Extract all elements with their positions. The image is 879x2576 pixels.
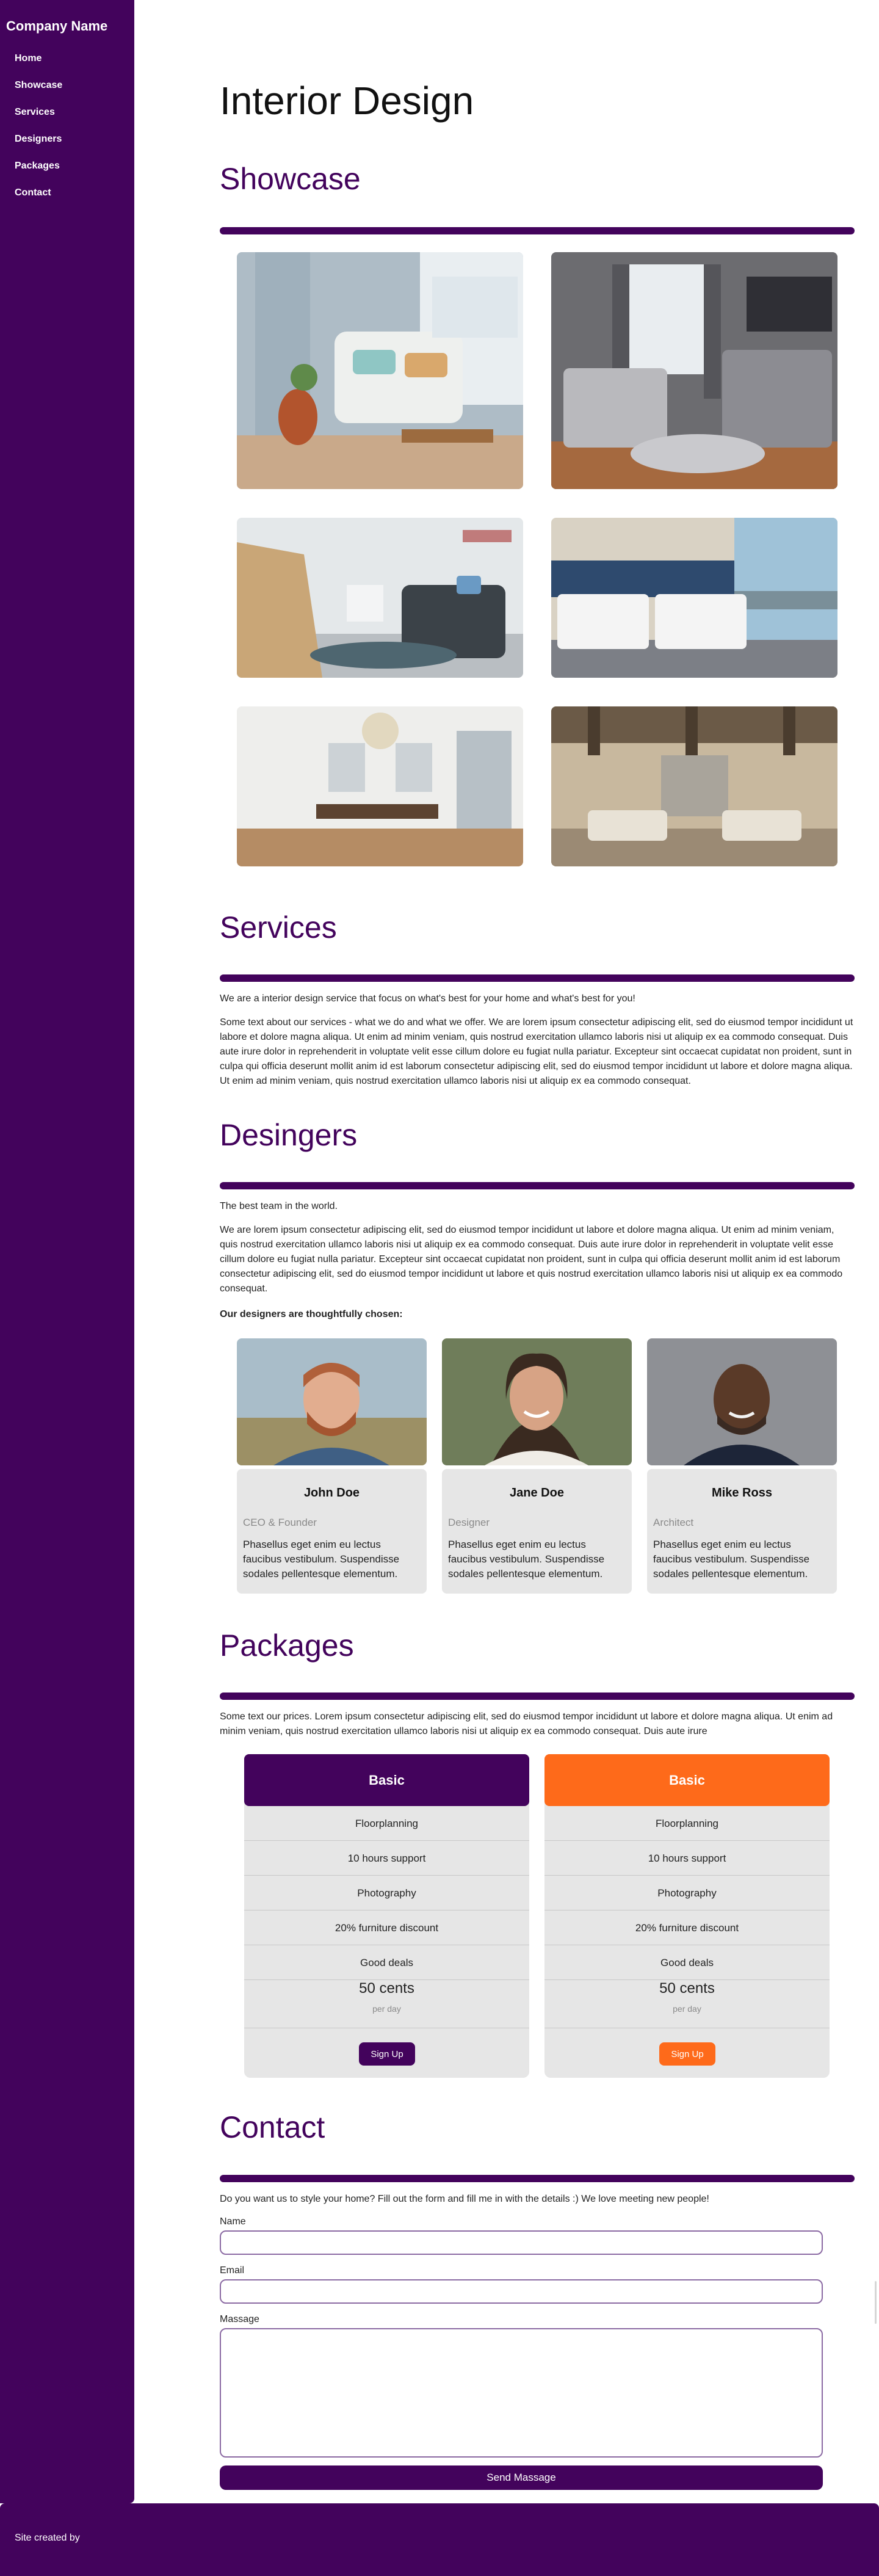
services-title: Services <box>220 910 337 945</box>
package-feature: Good deals <box>244 1945 529 1980</box>
bedroom-photo <box>551 252 837 489</box>
showcase-divider <box>220 227 855 234</box>
designer-info: Jane Doe Designer Phasellus eget enim eu… <box>442 1469 632 1594</box>
footer: Site created by <box>0 2503 879 2576</box>
designer-card: Jane Doe Designer Phasellus eget enim eu… <box>442 1338 632 1594</box>
scrollbar-thumb[interactable] <box>875 2281 877 2324</box>
designer-bio: Phasellus eget enim eu lectus faucibus v… <box>243 1539 400 1580</box>
message-textarea[interactable] <box>220 2328 823 2458</box>
great-room-photo <box>551 706 837 866</box>
designer-role: Architect <box>653 1517 694 1528</box>
designer-card: John Doe CEO & Founder Phasellus eget en… <box>237 1338 427 1594</box>
designers-divider <box>220 1182 855 1189</box>
package-header: Basic <box>244 1754 529 1806</box>
signup-button[interactable]: Sign Up <box>659 2042 715 2066</box>
package-feature: 20% furniture discount <box>544 1910 830 1945</box>
dining-room-photo <box>237 706 523 866</box>
package-name: Basic <box>369 1772 405 1788</box>
designer-name: John Doe <box>303 1486 360 1500</box>
package-feature: 20% furniture discount <box>244 1910 529 1945</box>
designers-title: Desingers <box>220 1118 358 1152</box>
package-feature: Good deals <box>544 1945 830 1980</box>
signup-button[interactable]: Sign Up <box>359 2042 415 2066</box>
packages-title: Packages <box>220 1628 354 1663</box>
designer-info: Mike Ross Architect Phasellus eget enim … <box>647 1469 837 1594</box>
designer-info: John Doe CEO & Founder Phasellus eget en… <box>237 1469 427 1594</box>
email-input[interactable] <box>220 2279 823 2304</box>
designer-name: Jane Doe <box>510 1486 564 1500</box>
nav-link-designers[interactable]: Designers <box>15 134 62 144</box>
package-feature: 10 hours support <box>544 1841 830 1876</box>
designers-intro: The best team in the world. <box>220 1201 338 1211</box>
designer-photo-john <box>237 1338 427 1465</box>
nav-link-services[interactable]: Services <box>15 107 55 117</box>
package-feature: Photography <box>544 1876 830 1910</box>
contact-title: Contact <box>220 2110 325 2144</box>
package-price: 50 cents <box>359 1980 414 1997</box>
packages-intro: Some text our prices. Lorem ipsum consec… <box>220 1711 833 1736</box>
package-name: Basic <box>669 1772 705 1788</box>
sidebar-nav: Home Showcase Services Designers Package… <box>15 50 62 211</box>
designer-bio: Phasellus eget enim eu lectus faucibus v… <box>653 1539 810 1580</box>
package-feature: Floorplanning <box>544 1806 830 1841</box>
services-divider <box>220 974 855 982</box>
package-header: Basic <box>544 1754 830 1806</box>
nav-link-showcase[interactable]: Showcase <box>15 80 62 90</box>
designer-role: CEO & Founder <box>243 1517 317 1528</box>
showcase-title: Showcase <box>220 162 361 196</box>
page-title: Interior Design <box>220 79 474 123</box>
designers-body: We are lorem ipsum consectetur adipiscin… <box>220 1225 843 1294</box>
sidebar: Company Name Home Showcase Services Desi… <box>0 0 134 2503</box>
package-feature: Floorplanning <box>244 1806 529 1841</box>
lounge-chair-photo <box>237 518 523 678</box>
brand-name: Company Name <box>6 18 108 34</box>
contact-divider <box>220 2175 855 2182</box>
services-intro: We are a interior design service that fo… <box>220 993 635 1004</box>
hotel-room-photo <box>551 518 837 678</box>
package-card-purple: Basic Floorplanning 10 hours support Pho… <box>244 1754 529 2078</box>
package-card-orange: Basic Floorplanning 10 hours support Pho… <box>544 1754 830 2078</box>
packages-divider <box>220 1693 855 1700</box>
nav-link-home[interactable]: Home <box>15 53 42 63</box>
package-price: 50 cents <box>659 1980 715 1997</box>
nav-link-contact[interactable]: Contact <box>15 187 51 198</box>
designer-photo-jane <box>442 1338 632 1465</box>
message-label: Massage <box>220 2314 259 2324</box>
name-input[interactable] <box>220 2230 823 2255</box>
package-period: per day <box>673 2004 701 2014</box>
services-body: Some text about our services - what we d… <box>220 1017 853 1086</box>
package-feature: 10 hours support <box>244 1841 529 1876</box>
designers-chosen: Our designers are thoughtfully chosen: <box>220 1309 403 1319</box>
designer-photo-mike <box>647 1338 837 1465</box>
designer-role: Designer <box>448 1517 490 1528</box>
send-message-button[interactable]: Send Massage <box>220 2465 823 2490</box>
designer-name: Mike Ross <box>712 1486 772 1500</box>
package-period: per day <box>372 2004 401 2014</box>
nav-link-packages[interactable]: Packages <box>15 161 60 171</box>
designer-card: Mike Ross Architect Phasellus eget enim … <box>647 1338 837 1594</box>
contact-intro: Do you want us to style your home? Fill … <box>220 2194 709 2204</box>
name-label: Name <box>220 2216 246 2227</box>
living-room-photo <box>237 252 523 489</box>
designer-bio: Phasellus eget enim eu lectus faucibus v… <box>448 1539 605 1580</box>
footer-credit: Site created by <box>15 2533 80 2543</box>
package-feature: Photography <box>244 1876 529 1910</box>
email-label: Email <box>220 2265 245 2276</box>
